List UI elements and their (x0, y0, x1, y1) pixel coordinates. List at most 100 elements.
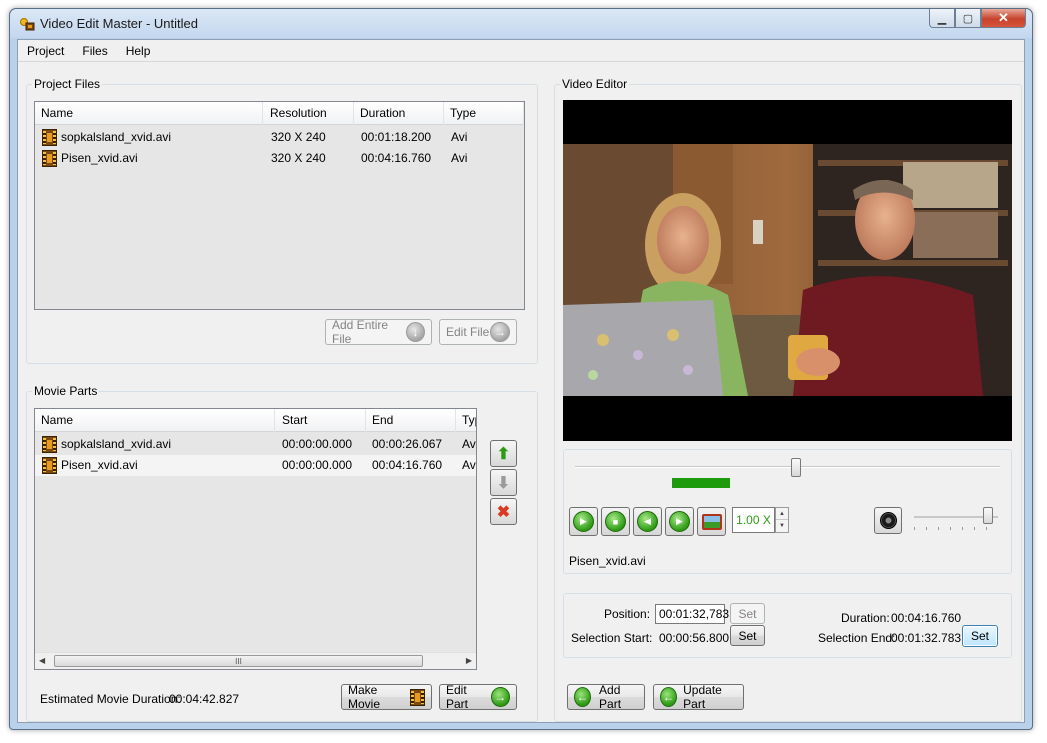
part-end: 00:00:26.067 (372, 437, 443, 451)
timeline-track[interactable] (575, 466, 1000, 468)
timeline-thumb[interactable] (791, 458, 801, 477)
update-part-button[interactable]: ← Update Part (653, 683, 744, 711)
position-label: Position: (604, 607, 651, 621)
arrow-left-icon: ← (660, 687, 678, 707)
close-window-button[interactable]: ✕ (981, 9, 1026, 28)
volume-ticks (914, 527, 998, 530)
delete-part-button[interactable]: ✖ (490, 498, 517, 525)
position-input[interactable]: 00:01:32,783 (655, 604, 729, 624)
speed-down-icon[interactable]: ▼ (776, 520, 788, 532)
video-editor-label: Video Editor (560, 77, 630, 91)
play-button[interactable]: ▶ (569, 507, 598, 536)
stop-button[interactable]: ■ (601, 507, 630, 536)
set-position-button[interactable]: Set (730, 603, 765, 624)
selection-end-value: 00:01:32.783 (891, 631, 962, 645)
make-movie-button[interactable]: Make Movie (341, 683, 432, 711)
picture-icon (701, 513, 722, 530)
scroll-thumb[interactable]: III (54, 655, 423, 667)
video-preview[interactable] (563, 100, 1012, 441)
move-up-button[interactable]: ⬆ (490, 440, 517, 467)
arrow-up-icon: ⬆ (496, 445, 511, 463)
part-start: 00:00:00.000 (282, 437, 353, 451)
speaker-icon (879, 512, 897, 529)
next-frame-button[interactable]: ▶ (665, 507, 694, 536)
column-header-end[interactable]: End (366, 409, 456, 432)
part-end: 00:04:16.760 (372, 458, 443, 472)
set-selection-start-button[interactable]: Set (730, 625, 765, 646)
step-back-icon: ◀ (637, 511, 658, 532)
movie-parts-label: Movie Parts (32, 384, 100, 398)
volume-button[interactable] (874, 507, 902, 534)
speed-up-icon[interactable]: ▲ (776, 508, 788, 520)
maximize-icon: ▢ (962, 12, 974, 25)
column-header-name[interactable]: Name (35, 102, 263, 125)
arrow-left-icon: ← (574, 687, 592, 707)
edit-file-button[interactable]: Edit File → (439, 319, 517, 345)
column-header-duration[interactable]: Duration (354, 102, 444, 125)
estimated-duration-value: 00:04:42.827 (169, 692, 240, 706)
column-header-type[interactable]: Typ (456, 409, 476, 432)
arrow-right-icon: → (490, 687, 510, 707)
part-start: 00:00:00.000 (282, 458, 353, 472)
horizontal-scrollbar[interactable]: ◀ III ▶ (35, 652, 476, 669)
table-row[interactable]: Pisen_xvid.avi 00:00:00.000 00:04:16.760… (35, 455, 476, 476)
maximize-button[interactable]: ▢ (955, 9, 981, 28)
set-selection-start-label: Set (738, 628, 757, 643)
minimize-icon: ▁ (937, 12, 947, 25)
file-name: Pisen_xvid.avi (61, 151, 138, 165)
file-duration: 00:04:16.760 (361, 151, 432, 165)
close-icon: ✕ (998, 10, 1009, 25)
video-file-icon (42, 129, 57, 146)
duration-label: Duration: (841, 611, 890, 625)
movie-parts-list[interactable]: Name Start End Typ sopkalsland_xvid.avi … (34, 408, 477, 670)
video-frame-image (563, 144, 1012, 396)
column-header-name[interactable]: Name (35, 409, 275, 432)
scroll-grip: III (235, 657, 242, 666)
column-header-resolution[interactable]: Resolution (264, 102, 354, 125)
film-strip-icon (410, 688, 425, 706)
part-name: Pisen_xvid.avi (61, 458, 138, 472)
speed-field[interactable]: 1.00 X (732, 507, 775, 533)
edit-part-label: Edit Part (446, 683, 469, 711)
add-entire-file-button[interactable]: Add Entire File ↓ (325, 318, 432, 346)
table-row[interactable]: Pisen_xvid.avi 320 X 240 00:04:16.760 Av… (35, 148, 524, 169)
speed-spinner[interactable]: ▲ ▼ (775, 507, 789, 533)
minimize-button[interactable]: ▁ (929, 9, 955, 28)
title-bar[interactable]: Video Edit Master - Untitled ▁ ▢ ✕ (10, 9, 1032, 38)
app-logo-icon (20, 18, 35, 31)
selection-start-value: 00:00:56.800 (659, 631, 730, 645)
part-type: Avi (462, 437, 476, 451)
menu-help[interactable]: Help (126, 44, 151, 58)
snapshot-button[interactable] (697, 507, 726, 536)
add-part-button[interactable]: ← Add Part (567, 683, 645, 711)
menu-files[interactable]: Files (82, 44, 107, 58)
part-name: sopkalsland_xvid.avi (61, 437, 172, 451)
scroll-right-icon[interactable]: ▶ (466, 656, 472, 665)
selection-start-label: Selection Start: (571, 631, 653, 645)
volume-thumb[interactable] (982, 507, 993, 524)
scroll-left-icon[interactable]: ◀ (39, 656, 45, 665)
table-row[interactable]: sopkalsland_xvid.avi 320 X 240 00:01:18.… (35, 127, 524, 148)
file-type: Avi (451, 151, 468, 165)
column-header-type[interactable]: Type (444, 102, 524, 125)
video-file-icon (42, 457, 57, 474)
add-entire-file-label: Add Entire File (332, 318, 389, 346)
make-movie-label: Make Movie (348, 683, 381, 711)
project-files-list[interactable]: Name Resolution Duration Type sopkalslan… (34, 101, 525, 310)
stop-icon: ■ (605, 511, 626, 532)
set-selection-end-button[interactable]: Set (962, 625, 998, 647)
previous-frame-button[interactable]: ◀ (633, 507, 662, 536)
video-file-icon (42, 150, 57, 167)
edit-part-button[interactable]: Edit Part → (439, 683, 517, 711)
add-part-label: Add Part (599, 683, 622, 711)
table-row[interactable]: sopkalsland_xvid.avi 00:00:00.000 00:00:… (35, 434, 476, 455)
menu-project[interactable]: Project (27, 44, 64, 58)
delete-icon: ✖ (496, 503, 511, 521)
set-position-label: Set (738, 606, 757, 621)
update-part-label: Update Part (683, 683, 722, 711)
move-down-button[interactable]: ⬇ (490, 469, 517, 496)
position-panel (563, 593, 1012, 658)
part-type: Avi (462, 458, 476, 472)
column-header-start[interactable]: Start (276, 409, 366, 432)
menu-bar: Project Files Help (18, 40, 1024, 62)
